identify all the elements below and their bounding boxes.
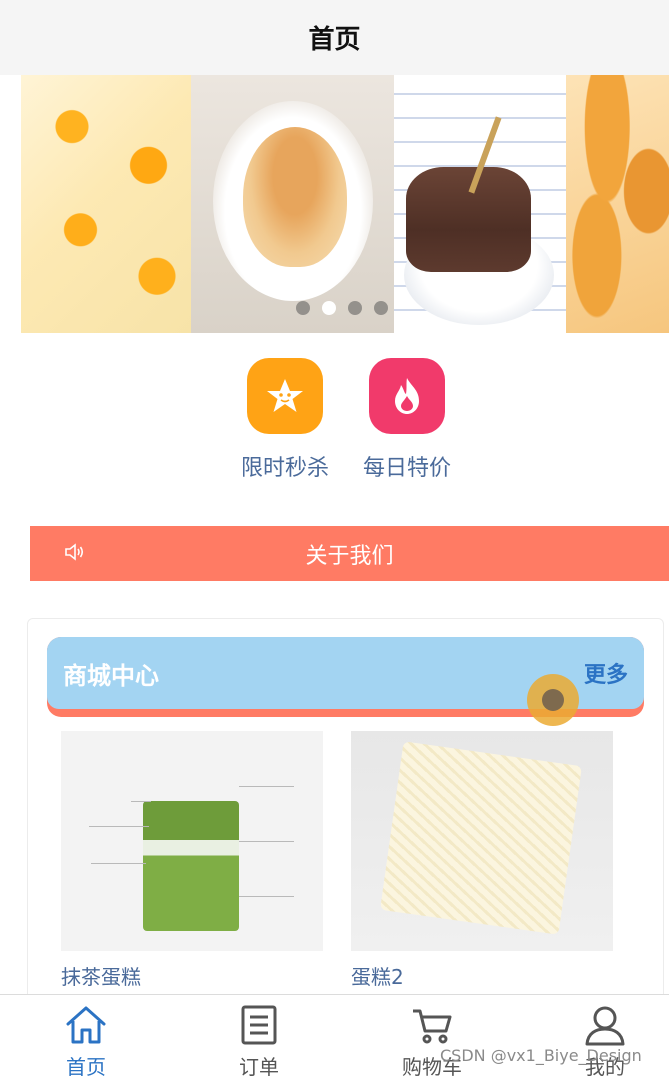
quick-action-label: 限时秒杀 xyxy=(240,456,329,481)
page-title: 首页 xyxy=(308,25,361,55)
carousel-dot[interactable] xyxy=(296,301,310,315)
tab-orders[interactable]: 订单 xyxy=(199,995,319,1077)
quick-action-daily-deal[interactable]: 每日特价 xyxy=(352,358,462,482)
product-card[interactable]: 蛋糕2 xyxy=(351,731,613,990)
order-icon xyxy=(237,1003,281,1047)
annotation-line xyxy=(239,786,294,787)
matcha-cake-image xyxy=(143,801,239,931)
carousel-dot-active[interactable] xyxy=(322,301,336,315)
more-link[interactable]: 更多 xyxy=(584,657,628,689)
annotation-line xyxy=(131,801,151,802)
mall-center-title: 商城中心 xyxy=(63,661,159,690)
flame-icon xyxy=(369,358,445,434)
carousel-dot[interactable] xyxy=(348,301,362,315)
banner-carousel[interactable] xyxy=(0,75,669,333)
product-image-matcha-cake[interactable] xyxy=(61,731,323,951)
tab-home[interactable]: 首页 xyxy=(26,995,146,1077)
annotation-line xyxy=(239,896,294,897)
banner-slide-bread-rolls[interactable] xyxy=(566,75,669,333)
tab-label: 订单 xyxy=(239,1055,279,1077)
product-name[interactable]: 抹茶蛋糕 xyxy=(61,961,323,990)
user-icon xyxy=(583,1003,627,1047)
annotation-line xyxy=(91,863,146,864)
touch-indicator xyxy=(527,674,579,726)
chocolate-cake-image xyxy=(406,167,531,272)
about-us-label: 关于我们 xyxy=(305,543,394,569)
quick-action-label: 每日特价 xyxy=(362,456,451,481)
about-us-banner[interactable]: 关于我们 xyxy=(30,526,669,581)
home-icon xyxy=(64,1003,108,1047)
white-chocolate-cake-image xyxy=(380,741,582,935)
top-navigation-bar: 首页 xyxy=(0,0,669,75)
carousel-dot[interactable] xyxy=(374,301,388,315)
product-card[interactable]: 抹茶蛋糕 xyxy=(61,731,323,990)
banner-slide-mango-pudding[interactable] xyxy=(21,75,191,333)
cart-icon xyxy=(410,1003,454,1047)
watermark-text: CSDN @vx1_Biye_Design xyxy=(440,1046,642,1065)
tab-label: 首页 xyxy=(66,1055,106,1077)
banner-slide-sesame-bun[interactable] xyxy=(191,75,394,333)
star-icon xyxy=(247,358,323,434)
product-image-cake-2[interactable] xyxy=(351,731,613,951)
annotation-line xyxy=(89,826,149,827)
product-name[interactable]: 蛋糕2 xyxy=(351,961,613,990)
banner-slide-chocolate-cake[interactable] xyxy=(394,75,566,333)
bun-image xyxy=(243,127,347,267)
speaker-icon xyxy=(64,542,86,566)
carousel-indicator xyxy=(296,301,388,315)
annotation-line xyxy=(239,841,294,842)
quick-action-flash-sale[interactable]: 限时秒杀 xyxy=(230,358,340,482)
